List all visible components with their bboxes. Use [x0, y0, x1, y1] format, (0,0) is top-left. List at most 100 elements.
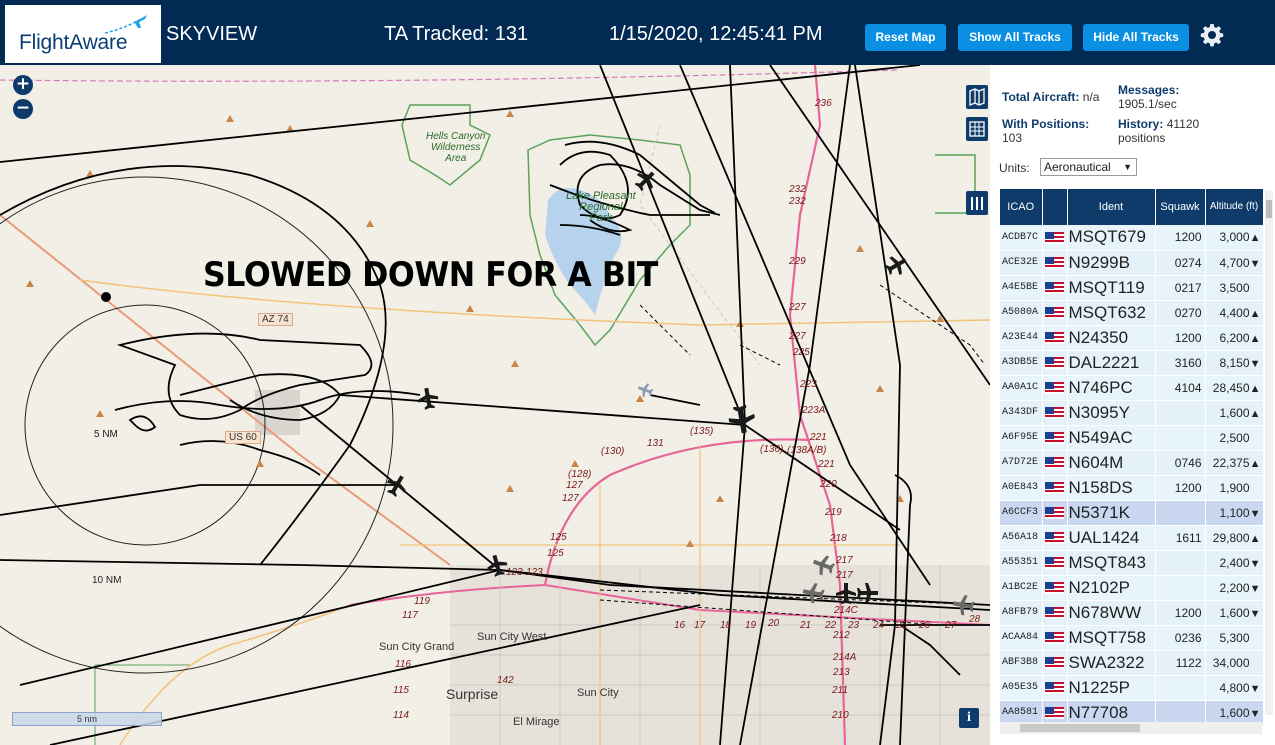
ident-cell: MSQT632 [1067, 300, 1156, 326]
squawk-cell: 1200 [1155, 475, 1206, 501]
column-header-ident[interactable]: Ident [1067, 189, 1156, 225]
table-row[interactable]: A23E44 N24350 1200 6,200▲ [1000, 325, 1264, 351]
flag-cell [1042, 550, 1068, 576]
flightaware-logo[interactable]: FlightAware [5, 5, 161, 63]
road-num: 21 [800, 620, 812, 631]
ident-cell: N9299B [1067, 250, 1156, 276]
road-num: 125 [547, 548, 564, 559]
side-panel: Total Aircraft: n/a With Positions: 103 M… [990, 65, 1275, 745]
road-num: 115 [393, 685, 409, 696]
icao-cell: A23E44 [1000, 325, 1043, 351]
road-num: 232 [789, 196, 806, 207]
units-select[interactable]: Aeronautical ▼ [1040, 158, 1137, 176]
table-row[interactable]: A7D72E N604M 0746 22,375▲ [1000, 450, 1264, 476]
flag-cell [1042, 300, 1068, 326]
table-row[interactable]: A6CCF3 N5371K 1,100▼ [1000, 500, 1264, 526]
table-row[interactable]: A6F95E N549AC 2,500 [1000, 425, 1264, 451]
road-num: 232 [789, 184, 806, 195]
road-num: 125 [550, 532, 567, 543]
ident-cell: N24350 [1067, 325, 1156, 351]
lake-pleasant-label: Lake Pleasant Regional Park [566, 190, 636, 224]
squawk-cell: 1611 [1155, 525, 1206, 551]
table-row[interactable]: A3DB5E DAL2221 3160 8,150▼ [1000, 350, 1264, 376]
altitude-value: 1,600 [1219, 705, 1250, 720]
table-horizontal-scrollbar[interactable] [1000, 722, 1262, 734]
road-num: 123 [506, 567, 523, 578]
road-num: 119 [414, 596, 430, 607]
flag-cell [1042, 400, 1068, 426]
zoom-out-button[interactable]: − [13, 99, 33, 119]
road-num: 221 [818, 459, 835, 470]
altitude-cell: 6,200▲ [1205, 325, 1264, 351]
altitude-cell: 1,600▼ [1205, 600, 1264, 626]
aircraft-table-body: ACDB7C MSQT679 1200 3,000▲ ACE32E N9299B 0274 4… [1000, 225, 1264, 726]
ident-cell: N5371K [1067, 500, 1156, 526]
road-num: 223A [802, 405, 826, 416]
squawk-cell: 0274 [1155, 250, 1206, 276]
altitude-value: 1,900 [1219, 480, 1250, 495]
table-row[interactable]: A0E843 N158DS 1200 1,900 [1000, 475, 1264, 501]
us60-shield: US 60 [225, 431, 261, 444]
ident-cell: DAL2221 [1067, 350, 1156, 376]
table-row[interactable]: A8FB79 N678WW 1200 1,600▼ [1000, 600, 1264, 626]
tracked-count: TA Tracked: 131 [384, 23, 529, 45]
squawk-cell [1155, 575, 1206, 601]
squawk-cell [1155, 500, 1206, 526]
table-row[interactable]: A4E5BE MSQT119 0217 3,500 [1000, 275, 1264, 301]
table-scrollbar[interactable] [1265, 190, 1273, 715]
flag-cell [1042, 575, 1068, 601]
aircraft-table: ICAO Ident Squawk Altitude (ft) ACDB7C MS… [1000, 189, 1264, 726]
zoom-in-button[interactable]: + [13, 75, 33, 95]
road-num: 16 [674, 620, 686, 631]
table-row[interactable]: ACDB7C MSQT679 1200 3,000▲ [1000, 225, 1264, 251]
us-flag-icon [1044, 382, 1064, 395]
us-flag-icon [1044, 282, 1064, 295]
us-flag-icon [1044, 257, 1064, 270]
grid-icon[interactable] [966, 117, 988, 141]
flag-cell [1042, 500, 1068, 526]
info-icon[interactable]: i [959, 708, 979, 728]
road-num: 19 [745, 620, 757, 631]
table-header-row: ICAO Ident Squawk Altitude (ft) [1000, 189, 1264, 225]
table-row[interactable]: A05E35 N1225P 4,800▼ [1000, 675, 1264, 701]
us-flag-icon [1044, 682, 1064, 695]
squawk-cell: 1122 [1155, 650, 1206, 676]
column-header-altitude[interactable]: Altitude (ft) [1205, 189, 1264, 225]
table-row[interactable]: A56A18 UAL1424 1611 29,800▲ [1000, 525, 1264, 551]
flag-cell [1042, 425, 1068, 451]
column-header-flag [1042, 189, 1068, 225]
hide-all-tracks-button[interactable]: Hide All Tracks [1083, 24, 1189, 51]
map-view[interactable]: Hells Canyon Wilderness Area Lake Pleasa… [0, 65, 990, 745]
map-canvas[interactable] [0, 65, 990, 745]
altitude-cell: 29,800▲ [1205, 525, 1264, 551]
units-label: Units: [999, 161, 1030, 175]
column-header-icao[interactable]: ICAO [1000, 189, 1043, 225]
squawk-cell: 0236 [1155, 625, 1206, 651]
table-row[interactable]: ACAA84 MSQT758 0236 5,300 [1000, 625, 1264, 651]
gear-icon[interactable] [1200, 23, 1224, 47]
table-row[interactable]: ABF3B8 SWA2322 1122 34,000 [1000, 650, 1264, 676]
squawk-cell [1155, 675, 1206, 701]
flag-cell [1042, 375, 1068, 401]
reset-map-button[interactable]: Reset Map [865, 24, 946, 51]
map-layers-icon[interactable] [966, 85, 988, 109]
squawk-cell: 0270 [1155, 300, 1206, 326]
road-num: 127 [566, 480, 583, 491]
el-mirage-label: El Mirage [513, 716, 560, 728]
road-num: 142 [497, 675, 514, 686]
flag-cell [1042, 675, 1068, 701]
road-num: 127 [562, 493, 579, 504]
road-num: 25 [896, 620, 908, 631]
table-row[interactable]: AA0A1C N746PC 4104 28,450▲ [1000, 375, 1264, 401]
table-row[interactable]: A1BC2E N2102P 2,200▼ [1000, 575, 1264, 601]
header-bar: FlightAware SKYVIEW TA Tracked: 131 1/15… [0, 0, 1275, 65]
show-all-tracks-button[interactable]: Show All Tracks [958, 24, 1072, 51]
squawk-cell: 0746 [1155, 450, 1206, 476]
table-row[interactable]: A343DF N3095Y 1,600▲ [1000, 400, 1264, 426]
columns-toggle-icon[interactable] [966, 191, 988, 215]
table-row[interactable]: A5080A MSQT632 0270 4,400▲ [1000, 300, 1264, 326]
table-row[interactable]: A55351 MSQT843 2,400▼ [1000, 550, 1264, 576]
column-header-squawk[interactable]: Squawk [1155, 189, 1206, 225]
us-flag-icon [1044, 232, 1064, 245]
table-row[interactable]: ACE32E N9299B 0274 4,700▼ [1000, 250, 1264, 276]
